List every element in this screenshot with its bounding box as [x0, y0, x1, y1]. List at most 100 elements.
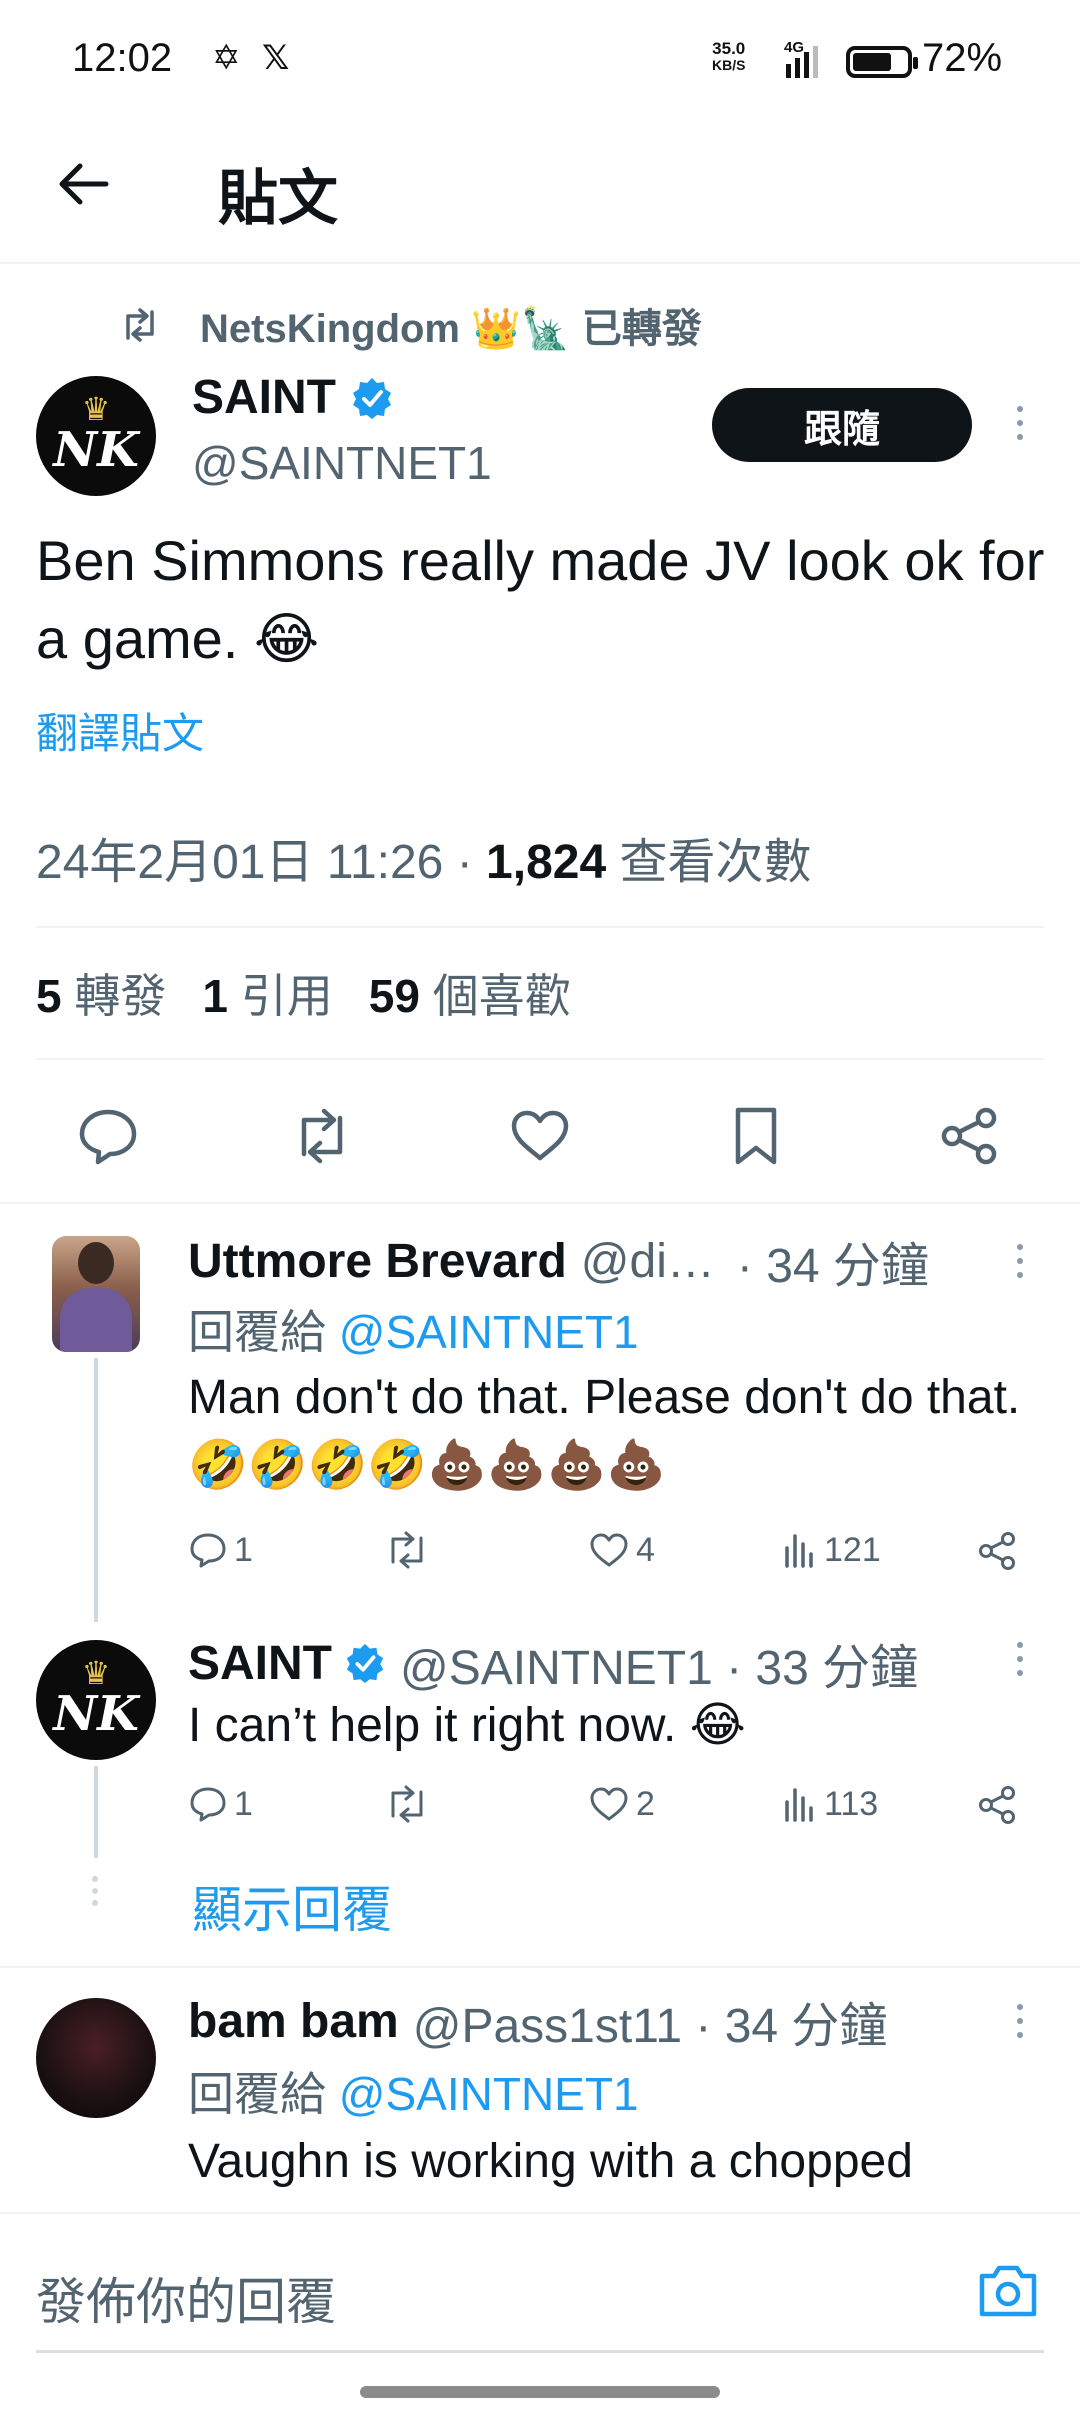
reply-composer: 發佈你的回覆	[0, 2212, 1080, 2412]
share-button[interactable]	[976, 1784, 1024, 1826]
speed-unit: KB/S	[712, 57, 746, 73]
reply-input[interactable]: 發佈你的回覆	[36, 2262, 336, 2334]
like-count: 4	[636, 1530, 655, 1569]
nk-logo: NK	[53, 1686, 139, 1742]
post-meta: 24年2月01日 11:26 · 1,824 查看次數	[36, 822, 812, 892]
back-arrow-icon[interactable]	[52, 152, 116, 216]
show-replies-link[interactable]: 顯示回覆	[192, 1870, 392, 1942]
verified-badge-icon	[353, 377, 391, 419]
reply-to-handle[interactable]: @SAINTNET1	[339, 1306, 639, 1358]
more-icon[interactable]	[1014, 1642, 1026, 1676]
thread-line	[94, 1358, 98, 1622]
post-text: Ben Simmons really made JV look ok for a…	[36, 529, 1045, 670]
share-icon	[979, 1532, 1015, 1570]
author-name: SAINT	[192, 371, 336, 424]
status-time: 12:02	[72, 36, 173, 80]
reply-to-label: 回覆給	[188, 2068, 339, 2120]
reply-header[interactable]: SAINT @SAINTNET1 · 33 分鐘	[188, 1628, 918, 1698]
more-icon[interactable]	[1014, 2004, 1026, 2038]
views-button[interactable]: 121	[782, 1530, 881, 1570]
reposted-by-label: NetsKingdom 👑🗽 已轉發	[200, 307, 702, 351]
repost-button[interactable]	[384, 1530, 436, 1570]
share-icon	[979, 1786, 1015, 1824]
repost-icon[interactable]	[290, 1104, 354, 1168]
likes-stat[interactable]: 59 個喜歡	[369, 960, 571, 1026]
repost-icon	[391, 1785, 423, 1823]
repost-icon	[391, 1531, 423, 1569]
share-icon[interactable]	[938, 1104, 1002, 1168]
reply-to-line: 回覆給 @SAINTNET1	[188, 1296, 639, 1362]
like-icon	[590, 1533, 628, 1567]
person-body	[60, 1288, 132, 1352]
like-icon[interactable]	[508, 1104, 572, 1168]
post-stats: 5 轉發 1 引用 59 個喜歡	[36, 960, 571, 1026]
views-button[interactable]: 113	[782, 1784, 878, 1824]
star-of-david-icon: ✡	[212, 39, 241, 77]
author-name-row[interactable]: SAINT	[192, 370, 394, 425]
divider	[36, 926, 1044, 928]
reply-avatar[interactable]: ♛ NK	[36, 1640, 156, 1760]
battery-icon	[846, 46, 918, 78]
top-app-bar: 貼文	[0, 120, 1080, 264]
reply-icon	[190, 1787, 226, 1822]
reply-text: Man don't do that. Please don't do that.…	[188, 1371, 1021, 1492]
more-icon[interactable]	[1014, 1244, 1026, 1278]
camera-icon[interactable]	[976, 2262, 1040, 2320]
reply-count: 1	[234, 1530, 253, 1569]
share-button[interactable]	[976, 1530, 1024, 1572]
reply-count: 1	[234, 1784, 253, 1823]
views-count: 113	[824, 1784, 879, 1823]
speed-value: 35.0	[712, 39, 746, 58]
reply-author-handle: @di…	[580, 1234, 715, 1288]
repost-button[interactable]	[384, 1784, 436, 1824]
reply-header[interactable]: bam bam @Pass1st11 · 34 分鐘	[188, 1986, 887, 2056]
reply-icon[interactable]	[76, 1104, 140, 1168]
post-action-bar	[0, 1090, 1080, 1180]
reply-to-handle[interactable]: @SAINTNET1	[339, 2068, 639, 2120]
translate-post-link[interactable]: 翻譯貼文	[36, 700, 204, 761]
like-count: 2	[636, 1784, 655, 1823]
reply-action-bar: 1 2 113	[188, 1784, 1038, 1834]
reply-time: · 34 分鐘	[736, 1240, 929, 1293]
reply-author-name: bam bam	[188, 1994, 399, 2048]
views-icon	[785, 1788, 813, 1822]
battery-percent: 72%	[922, 36, 1003, 80]
status-bar: 12:02 ✡ 𝕏 35.0 KB/S 4G 72%	[0, 0, 1080, 120]
repost-icon	[126, 308, 154, 342]
page-title: 貼文	[218, 165, 338, 232]
reply-text: Vaughn is working with a chopped	[188, 2135, 913, 2188]
post-timestamp: 24年2月01日 11:26 ·	[36, 836, 487, 889]
reply-header[interactable]: Uttmore Brevard @di… · 34 分鐘	[188, 1226, 929, 1296]
reply-to-label: 回覆給	[188, 1306, 339, 1358]
reply-icon	[190, 1533, 226, 1568]
author-handle: @SAINTNET1	[192, 437, 492, 489]
network-speed: 35.0 KB/S	[712, 40, 745, 74]
reply-button[interactable]: 1	[188, 1530, 253, 1570]
more-icon[interactable]	[1014, 406, 1026, 440]
person-head	[78, 1242, 114, 1284]
reposts-stat[interactable]: 5 轉發	[36, 960, 166, 1026]
like-icon	[590, 1787, 628, 1821]
quotes-stat[interactable]: 1 引用	[202, 960, 332, 1026]
like-button[interactable]: 4	[588, 1530, 655, 1570]
follow-button[interactable]: 跟隨	[712, 388, 972, 462]
svg-text:4G: 4G	[784, 39, 804, 56]
divider	[0, 1966, 1080, 1968]
reply-avatar[interactable]	[52, 1236, 140, 1352]
author-avatar[interactable]: ♛ NK	[36, 376, 156, 496]
reply-button[interactable]: 1	[188, 1784, 253, 1824]
reply-avatar[interactable]	[36, 1998, 156, 2118]
thread-line	[94, 1766, 98, 1858]
signal-icon: 4G	[784, 39, 818, 78]
divider	[36, 1058, 1044, 1060]
bookmark-icon[interactable]	[724, 1104, 788, 1168]
reply-author-handle: @SAINTNET1 · 33 分鐘	[400, 1642, 919, 1695]
reposted-by[interactable]: NetsKingdom 👑🗽 已轉發	[120, 296, 702, 354]
like-button[interactable]: 2	[588, 1784, 655, 1824]
views-icon	[785, 1534, 813, 1568]
thread-dots	[92, 1876, 100, 1906]
reply-author-name: SAINT	[188, 1636, 332, 1690]
home-indicator[interactable]	[360, 2386, 720, 2398]
verified-badge-icon	[346, 1643, 384, 1684]
views-label: 查看次數	[606, 836, 812, 889]
